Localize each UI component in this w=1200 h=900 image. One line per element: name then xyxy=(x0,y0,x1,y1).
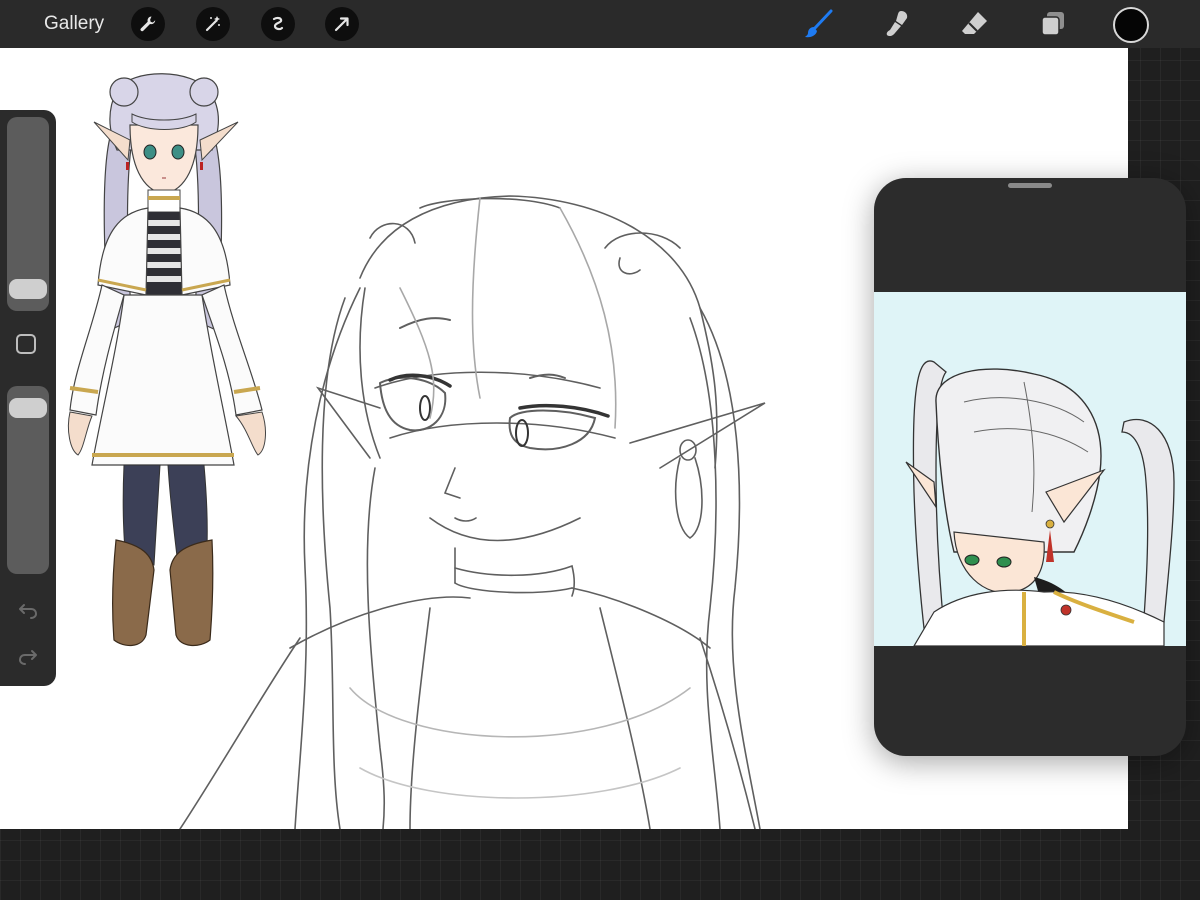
magic-wand-icon xyxy=(205,16,220,32)
reference-image xyxy=(874,292,1186,646)
brush-tool-button[interactable] xyxy=(801,6,837,42)
undo-button[interactable] xyxy=(16,598,40,622)
reference-drag-handle[interactable] xyxy=(1008,183,1052,188)
character-reference-art xyxy=(67,73,266,646)
undo-icon xyxy=(19,604,37,619)
reference-window[interactable] xyxy=(874,178,1186,756)
transform-arrow-icon xyxy=(334,17,349,32)
top-toolbar: Gallery xyxy=(0,0,1200,48)
brush-icon xyxy=(805,9,833,38)
opacity-slider[interactable] xyxy=(7,386,49,574)
transform-button[interactable] xyxy=(325,7,359,41)
left-sidebar xyxy=(0,110,56,686)
smudge-icon xyxy=(886,11,908,37)
actions-button[interactable] xyxy=(131,7,165,41)
redo-button[interactable] xyxy=(16,644,40,668)
layers-icon xyxy=(1041,12,1064,36)
wrench-icon xyxy=(140,16,156,32)
eraser-tool-button[interactable] xyxy=(957,6,993,42)
eraser-icon xyxy=(962,12,987,34)
reference-character-art xyxy=(905,360,1175,646)
modify-button[interactable] xyxy=(16,334,36,354)
redo-icon xyxy=(19,650,37,665)
layers-button[interactable] xyxy=(1035,6,1071,42)
gallery-button[interactable]: Gallery xyxy=(44,12,104,36)
selection-button[interactable] xyxy=(261,7,295,41)
brush-size-thumb[interactable] xyxy=(9,278,47,299)
opacity-thumb[interactable] xyxy=(9,398,47,418)
color-picker-button[interactable] xyxy=(1113,7,1149,43)
brush-size-slider[interactable] xyxy=(7,117,49,311)
smudge-tool-button[interactable] xyxy=(879,6,915,42)
adjustments-button[interactable] xyxy=(196,7,230,41)
selection-icon xyxy=(272,16,284,31)
